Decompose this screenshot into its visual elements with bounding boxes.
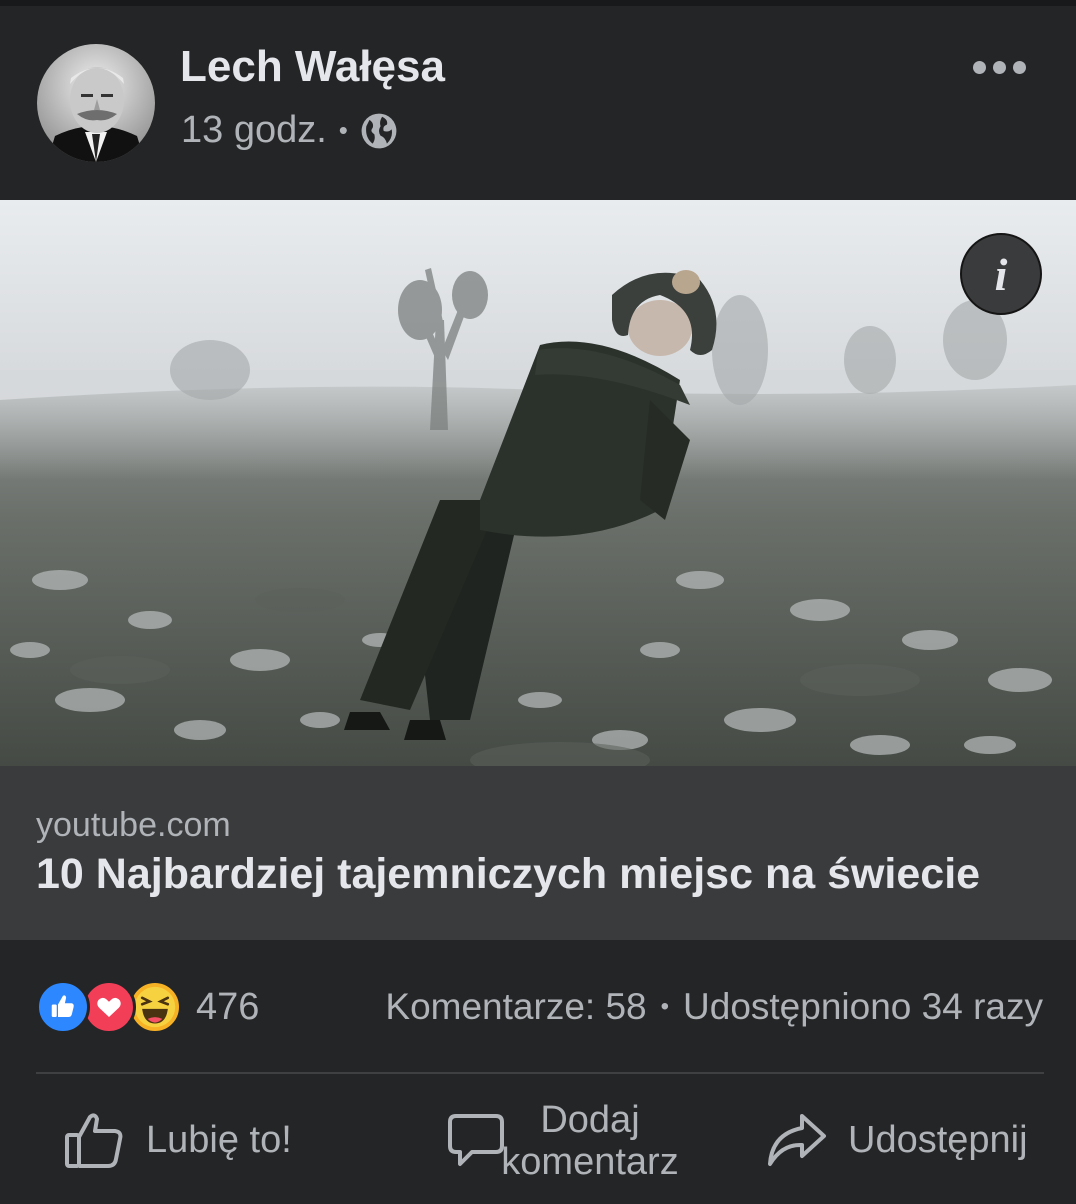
like-button[interactable]: Lubię to! <box>64 1108 292 1172</box>
link-preview-image[interactable] <box>0 200 1076 766</box>
share-button[interactable]: Udostępnij <box>766 1108 1028 1172</box>
comment-button[interactable]: Dodaj komentarz <box>446 1098 690 1184</box>
like-label: Lubię to! <box>146 1118 292 1161</box>
more-dot <box>992 60 1006 74</box>
avatar[interactable] <box>37 44 155 162</box>
share-label: Udostępnij <box>848 1118 1028 1161</box>
meta-separator: • <box>338 115 348 145</box>
globe-icon <box>361 113 397 148</box>
link-domain: youtube.com <box>36 806 231 844</box>
foggy-field-photo <box>0 200 1076 766</box>
shares-count[interactable]: Udostępniono 34 razy <box>683 986 1043 1028</box>
share-arrow-icon <box>768 1114 826 1166</box>
reactions-summary[interactable]: 476 <box>36 980 260 1034</box>
post-header: Lech Wałęsa 13 godz. • <box>0 6 1076 200</box>
haha-reaction-icon <box>128 980 182 1034</box>
author-name[interactable]: Lech Wałęsa <box>180 42 445 92</box>
stats-separator: • <box>660 993 670 1020</box>
avatar-portrait-image <box>37 44 155 162</box>
more-dot <box>972 60 986 74</box>
reaction-count: 476 <box>196 985 260 1028</box>
divider <box>36 1072 1044 1074</box>
more-options-icon[interactable] <box>968 54 1030 80</box>
link-title[interactable]: 10 Najbardziej tajemniczych miejsc na św… <box>36 850 980 899</box>
comments-count[interactable]: Komentarze: 58 <box>385 986 646 1028</box>
link-preview[interactable]: youtube.com 10 Najbardziej tajemniczych … <box>0 766 1076 940</box>
post-meta: 13 godz. • <box>181 109 398 152</box>
post-timestamp[interactable]: 13 godz. <box>181 109 327 152</box>
post-stats: Komentarze: 58 • Udostępniono 34 razy <box>385 986 1043 1028</box>
info-button[interactable]: i <box>960 233 1042 315</box>
love-reaction-icon <box>82 980 136 1034</box>
comment-label: Dodaj komentarz <box>501 1099 679 1183</box>
like-reaction-icon <box>36 980 90 1034</box>
thumbs-up-icon <box>65 1113 123 1168</box>
more-dot <box>1012 60 1026 74</box>
